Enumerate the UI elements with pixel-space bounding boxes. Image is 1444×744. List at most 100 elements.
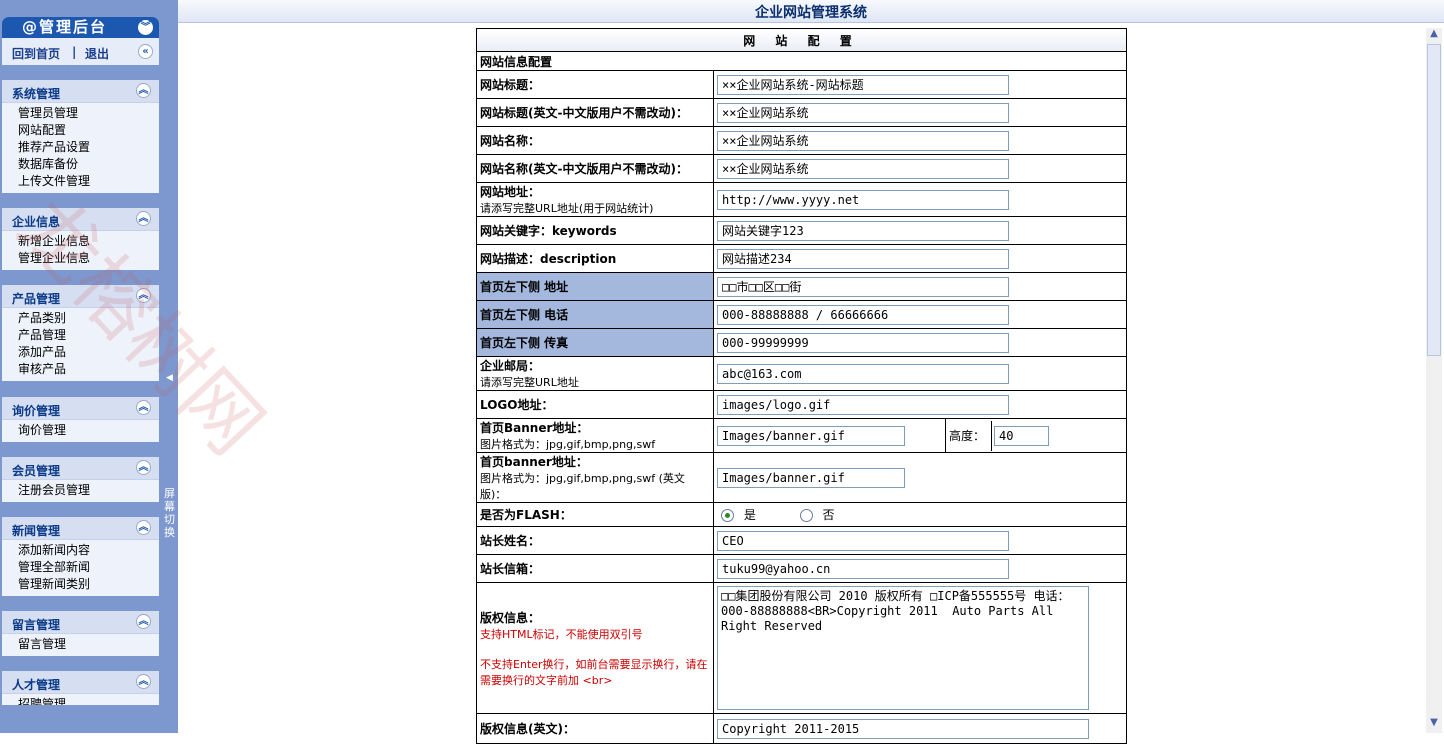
menu-item[interactable]: 注册会员管理 xyxy=(18,482,159,499)
site-config-form: 网 站 配 置 网站信息配置 网站标题： ××企业网站系统-网站标题 网站标题(… xyxy=(476,28,1127,744)
banner-input[interactable]: Images/banner.gif xyxy=(717,425,905,446)
scroll-thumb[interactable] xyxy=(1427,44,1441,356)
chevron-up-icon[interactable]: ︽ xyxy=(136,288,151,303)
menu-item[interactable]: 招聘管理 xyxy=(18,696,159,705)
site-url-input[interactable]: http://www.yyyy.net xyxy=(717,189,1009,210)
site-name-en-input[interactable]: ××企业网站系统 xyxy=(717,158,1009,179)
site-title-en-label: 网站标题(英文-中文版用户不需改动)： xyxy=(476,98,714,127)
collapse-all-icon[interactable]: ︾ xyxy=(138,20,153,35)
menu-system: 系统管理 ︽ 管理员管理 网站配置 推荐产品设置 数据库备份 上传文件管理 xyxy=(2,80,159,193)
email-label: 企业邮局： xyxy=(480,359,541,373)
menu-item[interactable]: 添加新闻内容 xyxy=(18,542,159,559)
site-name-label: 网站名称： xyxy=(476,126,714,155)
keywords-input[interactable]: 网站关键字123 xyxy=(717,220,1009,241)
chevron-up-icon[interactable]: ︽ xyxy=(136,83,151,98)
scroll-up-icon[interactable]: ▲ xyxy=(1426,28,1442,44)
menu-title-label: 新闻管理 xyxy=(12,524,61,538)
flash-no-radio[interactable] xyxy=(799,509,813,522)
menu-title[interactable]: 产品管理 ︽ xyxy=(2,285,159,308)
menu-item[interactable]: 上传文件管理 xyxy=(18,173,159,190)
menu-inquiry: 询价管理 ︽ 询价管理 xyxy=(2,397,159,442)
app-title: 企业网站管理系统 xyxy=(755,5,867,21)
sidebar-header: @管理后台 ︾ xyxy=(2,17,159,38)
menu-title[interactable]: 新闻管理 ︽ xyxy=(2,517,159,540)
menu-item[interactable]: 审核产品 xyxy=(18,361,159,378)
sidebar-splitter[interactable]: ◀ 屏幕切换 xyxy=(162,0,178,733)
copyright-hint-newline: 不支持Enter换行，如前台需要显示换行，请在需要换行的文字前加 <br> xyxy=(480,657,708,687)
menu-title[interactable]: 人才管理 ︽ xyxy=(2,671,159,694)
sidebar: @管理后台 ︾ 回到首页 | 退出 « 系统管理 ︽ 管理员管理 网站配置 推荐产… xyxy=(0,0,178,733)
site-name-input[interactable]: ××企业网站系统 xyxy=(717,130,1009,151)
copyright-en-label: 版权信息(英文)： xyxy=(476,713,714,744)
menu-company: 企业信息 ︽ 新增企业信息 管理企业信息 xyxy=(2,208,159,270)
menu-title-label: 询价管理 xyxy=(12,404,61,418)
menu-products: 产品管理 ︽ 产品类别 产品管理 添加产品 审核产品 xyxy=(2,285,159,381)
logo-input[interactable]: images/logo.gif xyxy=(717,394,1009,415)
description-label: 网站描述：description xyxy=(476,244,714,273)
email-hint: 请添写完整URL地址 xyxy=(480,376,579,389)
owner-input[interactable]: CEO xyxy=(717,530,1009,551)
fax-label: 首页左下侧 传真 xyxy=(476,328,714,357)
site-title-en-input[interactable]: ××企业网站系统 xyxy=(717,102,1009,123)
copyright-textarea[interactable]: □□集团股份有限公司 2010 版权所有 □ICP备555555号 电话：000… xyxy=(717,586,1089,710)
menu-title[interactable]: 留言管理 ︽ xyxy=(2,611,159,634)
phone-input[interactable]: 000-88888888 / 66666666 xyxy=(717,304,1009,325)
banner-label: 首页Banner地址： xyxy=(480,421,589,435)
flash-label: 是否为FLASH： xyxy=(476,502,714,527)
menu-item[interactable]: 询价管理 xyxy=(18,422,159,439)
chevron-up-icon[interactable]: ︽ xyxy=(136,520,151,535)
banner-en-hint: 图片格式为：jpg,gif,bmp,png,swf (英文版)： xyxy=(480,472,685,501)
scroll-down-icon[interactable]: ▼ xyxy=(1426,717,1442,733)
menu-title[interactable]: 企业信息 ︽ xyxy=(2,208,159,231)
phone-label: 首页左下侧 电话 xyxy=(476,300,714,329)
email-input[interactable]: abc@163.com xyxy=(717,363,1009,384)
owner-email-input[interactable]: tuku99@yahoo.cn xyxy=(717,558,1009,579)
menu-item[interactable]: 管理全部新闻 xyxy=(18,559,159,576)
flash-yes-radio[interactable] xyxy=(721,509,734,522)
home-link[interactable]: 回到首页 xyxy=(12,45,60,62)
menu-title[interactable]: 询价管理 ︽ xyxy=(2,397,159,420)
copyright-label: 版权信息： xyxy=(480,610,541,625)
copyright-en-textarea[interactable]: Copyright 2011-2015 xyxy=(717,718,1089,739)
menu-item[interactable]: 网站配置 xyxy=(18,122,159,139)
menu-item[interactable]: 管理企业信息 xyxy=(18,250,159,267)
screen-toggle-label[interactable]: 屏幕切换 xyxy=(164,487,176,539)
chevron-up-icon[interactable]: ︽ xyxy=(136,460,151,475)
chevron-up-icon[interactable]: ︽ xyxy=(136,400,151,415)
banner-en-label: 首页banner地址： xyxy=(480,455,588,469)
menu-title-label: 企业信息 xyxy=(12,215,61,229)
menu-item[interactable]: 管理新闻类别 xyxy=(18,576,159,593)
collapse-panel-icon[interactable]: « xyxy=(138,44,153,59)
chevron-up-icon[interactable]: ︽ xyxy=(136,211,151,226)
site-title-label: 网站标题： xyxy=(476,70,714,99)
banner-en-input[interactable]: Images/banner.gif xyxy=(717,467,905,488)
description-input[interactable]: 网站描述234 xyxy=(717,248,1009,269)
logout-link[interactable]: 退出 xyxy=(85,45,109,62)
flash-no-label: 否 xyxy=(822,508,835,522)
menu-item[interactable]: 数据库备份 xyxy=(18,156,159,173)
collapse-left-icon[interactable]: ◀ xyxy=(166,373,173,383)
address-label: 首页左下侧 地址 xyxy=(476,272,714,301)
chevron-up-icon[interactable]: ︽ xyxy=(136,614,151,629)
menu-item[interactable]: 产品类别 xyxy=(18,310,159,327)
menu-item[interactable]: 推荐产品设置 xyxy=(18,139,159,156)
menu-title-label: 留言管理 xyxy=(12,618,61,632)
menu-item[interactable]: 添加产品 xyxy=(18,344,159,361)
site-name-en-label: 网站名称(英文-中文版用户不需改动)： xyxy=(476,154,714,183)
menu-title[interactable]: 系统管理 ︽ xyxy=(2,80,159,103)
fax-input[interactable]: 000-99999999 xyxy=(717,332,1009,353)
menu-title[interactable]: 会员管理 ︽ xyxy=(2,457,159,480)
section-title: 网站信息配置 xyxy=(476,51,1127,71)
site-title-input[interactable]: ××企业网站系统-网站标题 xyxy=(717,74,1009,95)
menu-title-label: 系统管理 xyxy=(12,87,61,101)
page-scrollbar[interactable]: ▲ ▼ xyxy=(1426,28,1442,733)
menu-item[interactable]: 新增企业信息 xyxy=(18,233,159,250)
menu-item[interactable]: 留言管理 xyxy=(18,636,159,653)
form-title: 网 站 配 置 xyxy=(476,28,1127,52)
menu-item[interactable]: 管理员管理 xyxy=(18,105,159,122)
height-input[interactable]: 40 xyxy=(994,426,1049,446)
address-input[interactable]: □□市□□区□□街 xyxy=(717,276,1009,297)
chevron-up-icon[interactable]: ︽ xyxy=(136,674,151,689)
flash-yes-label: 是 xyxy=(743,508,756,522)
menu-item[interactable]: 产品管理 xyxy=(18,327,159,344)
